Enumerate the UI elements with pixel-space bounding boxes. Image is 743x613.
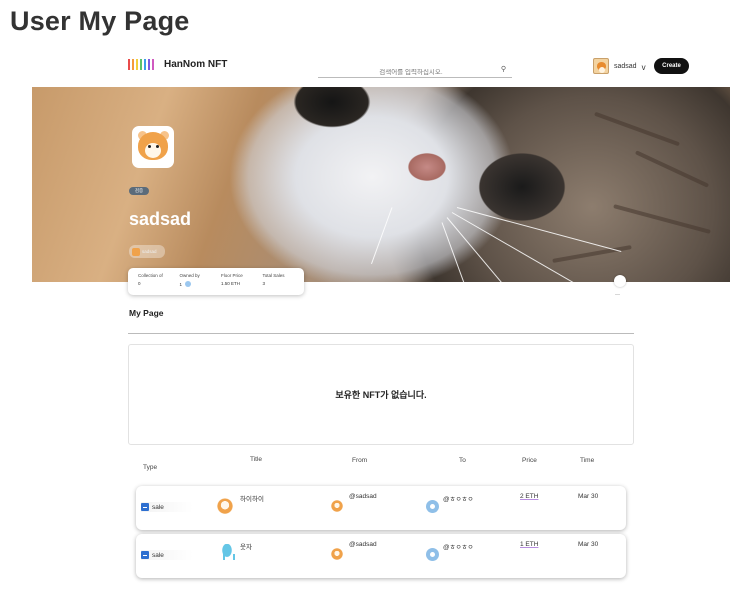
search-bar: ⚲: [318, 61, 512, 78]
user-name[interactable]: sadsad: [614, 63, 637, 70]
type-cell: sale: [141, 550, 193, 560]
header-price: Price: [522, 457, 537, 464]
empty-message: 보유한 NFT가 없습니다.: [335, 390, 427, 400]
price: 2 ETH: [520, 493, 539, 500]
stat-label: Total Sales: [262, 273, 285, 278]
stat-value: 1.50 ETH: [221, 281, 241, 286]
divider: [128, 333, 634, 334]
stat-collection: Collection of 0: [138, 273, 180, 295]
from-user[interactable]: @sadsad: [349, 493, 377, 500]
logo-bar: [140, 59, 142, 70]
price: 1 ETH: [520, 541, 539, 548]
logo-bar: [128, 59, 130, 70]
section-title: My Page: [129, 308, 164, 318]
stat-value: 0: [138, 281, 141, 286]
stats-card: Collection of 0 Owned by 1 Floor Price 1…: [128, 268, 304, 295]
type-label: sale: [152, 551, 164, 559]
sale-icon: [141, 551, 149, 559]
nft-title[interactable]: 웃자: [240, 541, 252, 551]
owner-chip-label: sadsad: [142, 249, 157, 254]
chevron-down-icon[interactable]: v: [642, 63, 646, 72]
carousel-tick: —: [615, 292, 620, 298]
user-avatar[interactable]: [593, 58, 609, 74]
header-time: Time: [580, 457, 595, 464]
stat-label: Collection of: [138, 273, 163, 278]
verified-badge: 검증: [129, 187, 149, 195]
logo-bar: [152, 59, 154, 70]
from-avatar: [331, 500, 343, 512]
header-from: From: [352, 457, 368, 464]
search-icon[interactable]: ⚲: [501, 65, 506, 73]
owner-avatar: [132, 247, 140, 256]
header-title: Title: [250, 456, 263, 463]
brand-name: HanNom NFT: [164, 59, 228, 70]
logo-bar: [132, 59, 134, 70]
stat-value: 3: [262, 281, 266, 286]
table-row[interactable]: sale 웃자 @sadsad @ㅎㅇㅎㅇ 1 ETH Mar 30: [136, 534, 626, 578]
type-label: sale: [152, 503, 164, 511]
stat-label: Owned by: [179, 273, 200, 278]
nft-title[interactable]: 하이하이: [240, 493, 264, 503]
brand-logo[interactable]: HanNom NFT: [128, 59, 227, 70]
owner-dot-icon: [185, 281, 192, 287]
to-user[interactable]: @ㅎㅇㅎㅇ: [443, 541, 474, 551]
table-row[interactable]: sale 하이하이 @sadsad @ㅎㅇㅎㅇ 2 ETH Mar 30: [136, 486, 626, 530]
logo-mark-icon: [128, 59, 154, 70]
sale-icon: [141, 503, 149, 511]
from-avatar: [331, 548, 343, 560]
stat-owned: Owned by 1: [180, 273, 222, 295]
navbar: HanNom NFT ⚲ sadsad v Create: [32, 52, 732, 86]
to-avatar: [426, 500, 439, 513]
user-menu[interactable]: sadsad v: [593, 58, 646, 74]
empty-nft-box: 보유한 NFT가 없습니다.: [128, 344, 634, 445]
nft-thumbnail[interactable]: [217, 498, 233, 516]
time: Mar 30: [578, 493, 599, 500]
stat-floor-price: Floor Price 1.50 ETH: [221, 273, 263, 295]
from-user[interactable]: @sadsad: [349, 541, 377, 548]
logo-bar: [148, 59, 150, 70]
search-input[interactable]: [326, 69, 496, 76]
to-user[interactable]: @ㅎㅇㅎㅇ: [443, 493, 474, 503]
to-avatar: [426, 548, 439, 561]
logo-bar: [136, 59, 138, 70]
carousel-handle[interactable]: [614, 275, 626, 287]
nft-thumbnail[interactable]: [219, 544, 235, 562]
stat-value: 1: [180, 281, 222, 287]
header-type: Type: [143, 464, 158, 471]
type-cell: sale: [141, 502, 193, 512]
time: Mar 30: [578, 541, 599, 548]
page-heading: User My Page: [10, 6, 190, 36]
stat-label: Floor Price: [221, 273, 243, 278]
profile-name: sadsad: [129, 209, 192, 229]
owner-chip[interactable]: sadsad: [129, 245, 165, 258]
header-to: To: [459, 457, 466, 464]
create-button[interactable]: Create: [654, 58, 689, 74]
logo-bar: [144, 59, 146, 70]
stat-total-sales: Total Sales 3: [263, 273, 305, 295]
profile-avatar[interactable]: [132, 126, 174, 168]
